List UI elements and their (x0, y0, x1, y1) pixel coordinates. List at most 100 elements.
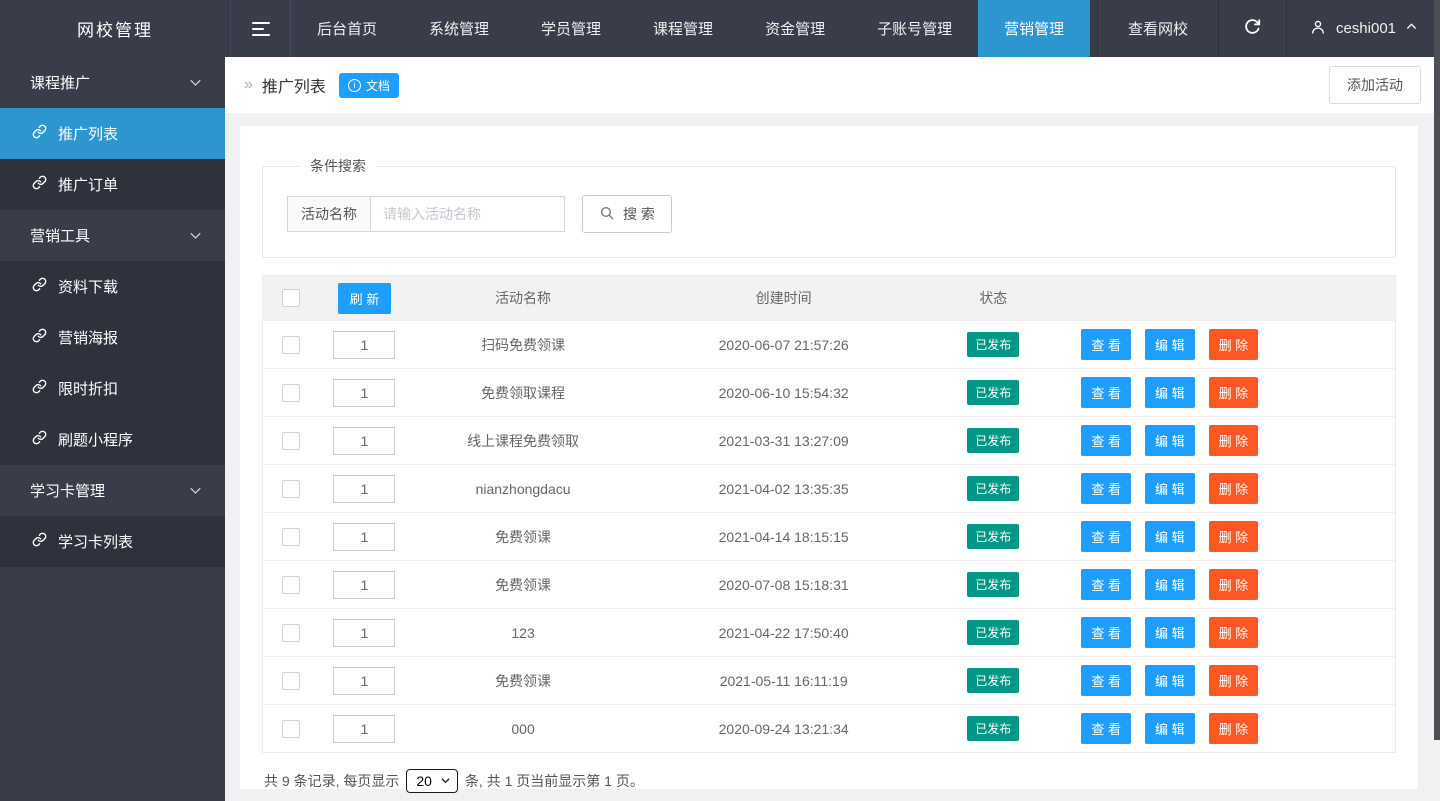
created-time: 2021-04-14 18:15:15 (636, 512, 931, 561)
row-order-input[interactable] (333, 330, 396, 359)
delete-button[interactable]: 删 除 (1208, 521, 1259, 552)
sidebar-item-1-0[interactable]: 资料下载 (0, 261, 225, 312)
scrollbar-thumb[interactable] (1434, 0, 1440, 740)
per-page-select[interactable]: 20 (406, 769, 458, 793)
edit-button[interactable]: 编 辑 (1144, 377, 1195, 408)
row-checkbox[interactable] (282, 671, 301, 690)
view-button[interactable]: 查 看 (1081, 377, 1131, 408)
view-button[interactable]: 查 看 (1081, 569, 1131, 600)
topnav-item-1[interactable]: 系统管理 (403, 0, 515, 57)
status-badge: 已发布 (967, 668, 1020, 693)
row-checkbox[interactable] (282, 623, 301, 642)
created-time: 2020-07-08 15:18:31 (636, 560, 931, 609)
edit-button[interactable]: 编 辑 (1144, 665, 1195, 696)
sidebar-item-1-3[interactable]: 刷题小程序 (0, 414, 225, 465)
row-order-input[interactable] (333, 426, 396, 455)
chevron-up-icon (1405, 20, 1418, 37)
row-order-input[interactable] (333, 714, 396, 743)
view-school-link[interactable]: 查看网校 (1096, 0, 1218, 57)
delete-button[interactable]: 删 除 (1208, 617, 1259, 648)
view-button[interactable]: 查 看 (1081, 473, 1131, 504)
row-order-input[interactable] (333, 570, 396, 599)
activity-name-input[interactable] (370, 196, 565, 232)
view-button[interactable]: 查 看 (1081, 329, 1131, 360)
topnav-item-5[interactable]: 子账号管理 (851, 0, 978, 57)
link-icon (32, 277, 47, 296)
row-order-input[interactable] (333, 474, 396, 503)
row-order-input[interactable] (333, 666, 396, 695)
delete-button[interactable]: 删 除 (1208, 473, 1259, 504)
edit-button[interactable]: 编 辑 (1144, 425, 1195, 456)
status-badge: 已发布 (967, 572, 1020, 597)
col-header-name: 活动名称 (495, 290, 552, 306)
row-checkbox[interactable] (282, 431, 301, 450)
created-time: 2021-05-11 16:11:19 (636, 656, 931, 705)
edit-button[interactable]: 编 辑 (1144, 569, 1195, 600)
table-row: 免费领课2020-07-08 15:18:31 已发布 查 看编 辑删 除 (262, 560, 1396, 609)
sidebar-item-1-1[interactable]: 营销海报 (0, 312, 225, 363)
sidebar-group-1[interactable]: 营销工具 (0, 210, 225, 261)
select-all-checkbox[interactable] (282, 289, 301, 308)
sidebar-item-0-0[interactable]: 推广列表 (0, 108, 225, 159)
activity-table-wrap: 刷 新 活动名称 创建时间 状态 扫码免费领课2020-06-07 21:57:… (262, 275, 1396, 753)
topnav-item-4[interactable]: 资金管理 (739, 0, 851, 57)
view-button[interactable]: 查 看 (1081, 425, 1131, 456)
doc-badge[interactable]: i 文档 (338, 72, 399, 98)
row-order-input[interactable] (333, 522, 396, 551)
topbar-right: 查看网校 ceshi001 (1096, 0, 1440, 57)
delete-button[interactable]: 删 除 (1208, 665, 1259, 696)
user-menu[interactable]: ceshi001 (1285, 0, 1440, 57)
row-order-input[interactable] (333, 618, 396, 647)
sidebar-item-0-1[interactable]: 推广订单 (0, 159, 225, 210)
view-button[interactable]: 查 看 (1081, 617, 1131, 648)
sidebar-item-1-2[interactable]: 限时折扣 (0, 363, 225, 414)
link-icon (32, 328, 47, 347)
topnav-item-3[interactable]: 课程管理 (627, 0, 739, 57)
refresh-icon (1244, 18, 1261, 39)
view-button[interactable]: 查 看 (1081, 713, 1131, 744)
pagination-prefix: 共 9 条记录, 每页显示 (264, 773, 400, 789)
delete-button[interactable]: 删 除 (1208, 377, 1259, 408)
add-activity-button[interactable]: 添加活动 (1329, 66, 1421, 104)
row-checkbox[interactable] (282, 479, 301, 498)
refresh-page-button[interactable] (1217, 0, 1286, 57)
edit-button[interactable]: 编 辑 (1144, 521, 1195, 552)
delete-button[interactable]: 删 除 (1208, 569, 1259, 600)
row-checkbox[interactable] (282, 527, 301, 546)
edit-button[interactable]: 编 辑 (1144, 617, 1195, 648)
delete-button[interactable]: 删 除 (1208, 425, 1259, 456)
created-time: 2021-04-22 17:50:40 (636, 608, 931, 657)
table-row: 扫码免费领课2020-06-07 21:57:26 已发布 查 看编 辑删 除 (262, 320, 1396, 369)
col-header-created: 创建时间 (755, 290, 812, 306)
activity-name: 免费领取课程 (409, 368, 637, 417)
created-time: 2021-03-31 13:27:09 (636, 416, 931, 465)
row-checkbox[interactable] (282, 575, 301, 594)
topnav-item-2[interactable]: 学员管理 (515, 0, 627, 57)
search-button[interactable]: 搜 索 (582, 195, 672, 233)
refresh-list-button[interactable]: 刷 新 (337, 282, 392, 314)
row-order-input[interactable] (333, 378, 396, 407)
row-checkbox[interactable] (282, 383, 301, 402)
content-card: 条件搜索 活动名称 搜 索 (240, 126, 1418, 793)
edit-button[interactable]: 编 辑 (1144, 473, 1195, 504)
sidebar-item-2-0[interactable]: 学习卡列表 (0, 516, 225, 567)
row-checkbox[interactable] (282, 719, 301, 738)
page-scrollbar[interactable] (1434, 0, 1440, 801)
created-time: 2020-09-24 13:21:34 (636, 704, 931, 753)
topnav-item-0[interactable]: 后台首页 (291, 0, 403, 57)
search-icon (599, 205, 615, 224)
row-checkbox[interactable] (282, 335, 301, 354)
view-button[interactable]: 查 看 (1081, 521, 1131, 552)
hamburger-icon (251, 21, 270, 36)
topnav-item-6[interactable]: 营销管理 (978, 0, 1091, 57)
col-header-actions (1056, 276, 1396, 321)
username: ceshi001 (1335, 20, 1396, 37)
sidebar-group-0[interactable]: 课程推广 (0, 57, 225, 108)
edit-button[interactable]: 编 辑 (1144, 713, 1195, 744)
sidebar-group-2[interactable]: 学习卡管理 (0, 465, 225, 516)
edit-button[interactable]: 编 辑 (1144, 329, 1195, 360)
delete-button[interactable]: 删 除 (1208, 713, 1259, 744)
view-button[interactable]: 查 看 (1081, 665, 1131, 696)
sidebar-toggle-button[interactable] (230, 0, 291, 57)
delete-button[interactable]: 删 除 (1208, 329, 1259, 360)
